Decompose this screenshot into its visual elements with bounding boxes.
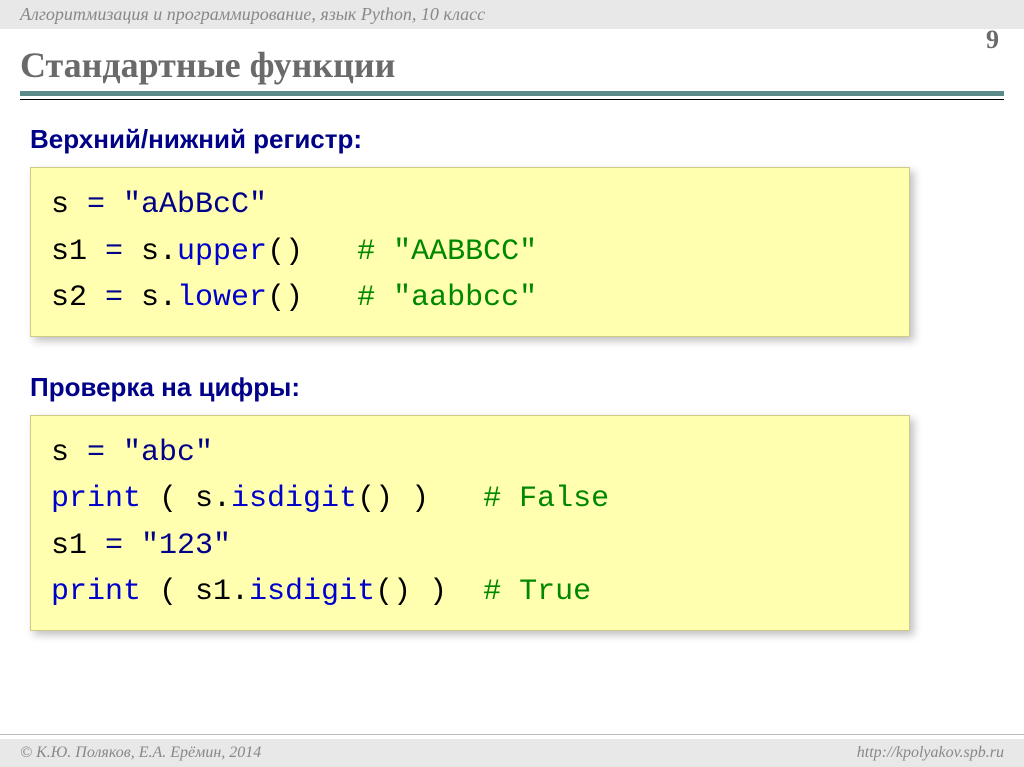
code-line: print ( s1.isdigit() ) # True — [51, 569, 889, 616]
code-token: = — [87, 235, 141, 269]
slide-title: Стандартные функции — [20, 44, 1004, 86]
code-token: print — [51, 482, 141, 516]
code-token: "123" — [141, 529, 231, 563]
code-token: "abc" — [123, 436, 213, 470]
code-token: () ) — [375, 575, 483, 609]
code-token: # True — [483, 575, 591, 609]
footer: © К.Ю. Поляков, Е.А. Ерёмин, 2014 http:/… — [0, 739, 1024, 767]
code-token: s1 — [51, 235, 87, 269]
code-token: print — [51, 575, 141, 609]
code-token: isdigit — [249, 575, 375, 609]
footer-url: http://kpolyakov.spb.ru — [857, 744, 1004, 762]
footer-copyright: © К.Ю. Поляков, Е.А. Ерёмин, 2014 — [20, 744, 261, 762]
code-line: s = "aAbBcC" — [51, 182, 889, 229]
code-token: () — [267, 281, 357, 315]
code-token: # "AABBCC" — [357, 235, 537, 269]
code-line: s2 = s.lower() # "aabbcc" — [51, 275, 889, 322]
page-number: 9 — [986, 25, 999, 55]
code-token: s2 — [51, 281, 87, 315]
code-token: = — [69, 436, 123, 470]
code-token: s — [51, 188, 69, 222]
code-token: = — [87, 529, 141, 563]
code-token: () — [267, 235, 357, 269]
code-token: s1 — [51, 529, 87, 563]
code-token: # "aabbcc" — [357, 281, 537, 315]
code-token: # False — [483, 482, 609, 516]
code-block: s = "abc"print ( s.isdigit() ) # Falses1… — [30, 415, 910, 631]
code-token: () ) — [357, 482, 483, 516]
code-token: = — [69, 188, 123, 222]
section-label: Проверка на цифры: — [30, 372, 994, 403]
code-token: s. — [141, 281, 177, 315]
code-line: s = "abc" — [51, 430, 889, 477]
code-token: lower — [177, 281, 267, 315]
code-token: ( s1. — [141, 575, 249, 609]
code-token: "aAbBcC" — [123, 188, 267, 222]
header-breadcrumb: Алгоритмизация и программирование, язык … — [0, 0, 1024, 29]
code-line: s1 = "123" — [51, 523, 889, 570]
code-line: print ( s.isdigit() ) # False — [51, 476, 889, 523]
code-token: ( s. — [141, 482, 231, 516]
title-underline — [20, 91, 1004, 101]
code-token: upper — [177, 235, 267, 269]
code-line: s1 = s.upper() # "AABBCC" — [51, 229, 889, 276]
code-block: s = "aAbBcC"s1 = s.upper() # "AABBCC"s2 … — [30, 167, 910, 337]
code-token: s. — [141, 235, 177, 269]
code-token: s — [51, 436, 69, 470]
code-token: = — [87, 281, 141, 315]
code-token: isdigit — [231, 482, 357, 516]
section-label: Верхний/нижний регистр: — [30, 124, 994, 155]
footer-divider — [0, 734, 1024, 735]
